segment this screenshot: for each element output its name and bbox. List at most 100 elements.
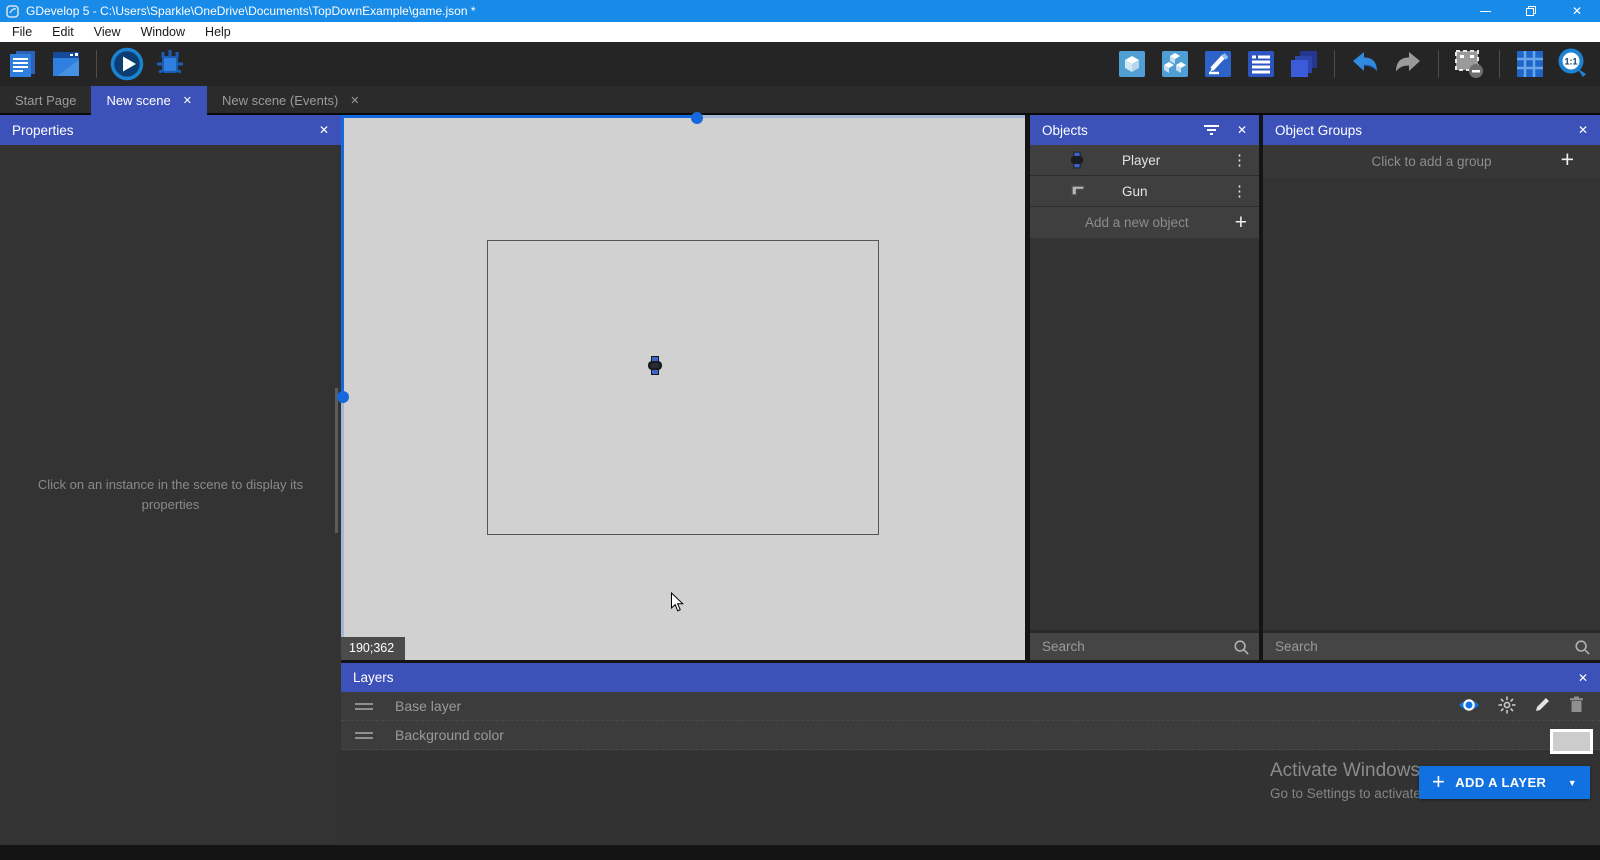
objects-close-icon[interactable]: ✕ xyxy=(1237,123,1247,137)
mask-selection-icon[interactable] xyxy=(1452,47,1486,81)
menu-window[interactable]: Window xyxy=(131,22,195,42)
add-group-row[interactable]: Click to add a group + xyxy=(1263,145,1600,177)
minimize-button[interactable] xyxy=(1462,0,1508,22)
object-groups-header: Object Groups ✕ xyxy=(1263,115,1600,145)
objects-search-input[interactable] xyxy=(1042,639,1233,654)
player-object-icon xyxy=(1070,151,1084,172)
tab-start-page[interactable]: Start Page xyxy=(0,86,91,115)
menu-bar: File Edit View Window Help xyxy=(0,22,1600,42)
svg-text:1:1: 1:1 xyxy=(1564,57,1577,67)
close-button[interactable]: ✕ xyxy=(1554,0,1600,22)
add-object-row[interactable]: Add a new object + xyxy=(1030,207,1259,238)
undo-icon[interactable] xyxy=(1348,47,1382,81)
layers-header: Layers ✕ xyxy=(341,663,1600,692)
layers-title: Layers xyxy=(353,670,394,685)
tab-new-scene[interactable]: New scene ✕ xyxy=(91,86,207,115)
layer-delete-icon[interactable] xyxy=(1569,696,1584,716)
properties-header: Properties ✕ xyxy=(0,115,341,145)
v-scroll-track[interactable] xyxy=(341,403,344,660)
v-scroll-thumb[interactable] xyxy=(337,391,349,403)
menu-help[interactable]: Help xyxy=(195,22,241,42)
layers-close-icon[interactable]: ✕ xyxy=(1578,671,1588,685)
preview-play-icon[interactable] xyxy=(110,47,144,81)
layers-panel-icon[interactable] xyxy=(1287,47,1321,81)
gdevelop-logo-icon xyxy=(6,5,19,18)
objects-panel: Objects ✕ Player ⋮ Gun ⋮ Add a new objec… xyxy=(1030,115,1259,660)
layer-visibility-icon[interactable] xyxy=(1458,697,1480,716)
groups-search-input[interactable] xyxy=(1275,639,1574,654)
title-bar: GDevelop 5 - C:\Users\Sparkle\OneDrive\D… xyxy=(0,0,1600,22)
h-scroll-track[interactable] xyxy=(341,115,697,118)
tab-new-scene-events[interactable]: New scene (Events) ✕ xyxy=(207,86,375,115)
tab-close-icon[interactable]: ✕ xyxy=(350,94,359,107)
h-scroll-track[interactable] xyxy=(703,115,1025,118)
filter-icon[interactable] xyxy=(1204,124,1219,136)
layer-effects-icon[interactable] xyxy=(1498,696,1516,717)
toolbar-separator xyxy=(1499,50,1500,78)
layers-panel: Layers ✕ Base layer xyxy=(341,663,1600,845)
toolbar-separator xyxy=(96,50,97,78)
properties-title: Properties xyxy=(12,123,74,138)
objects-search-row xyxy=(1030,630,1259,660)
toolbar-separator xyxy=(1438,50,1439,78)
restore-button[interactable] xyxy=(1508,0,1554,22)
object-groups-close-icon[interactable]: ✕ xyxy=(1578,123,1588,137)
objects-panel-icon[interactable] xyxy=(1115,47,1149,81)
layer-row-base[interactable]: Base layer xyxy=(341,692,1600,721)
h-scroll-thumb[interactable] xyxy=(691,112,703,124)
mouse-cursor-icon xyxy=(670,592,686,618)
plus-icon: + xyxy=(1432,769,1445,795)
layer-edit-icon[interactable] xyxy=(1534,696,1551,716)
search-icon xyxy=(1233,639,1249,655)
groups-search-row xyxy=(1263,630,1600,660)
drag-handle-icon[interactable] xyxy=(355,703,373,710)
bottom-strip xyxy=(0,845,1600,860)
debug-icon[interactable] xyxy=(153,47,187,81)
properties-panel-icon[interactable] xyxy=(1201,47,1235,81)
toolbar: 1:1 xyxy=(0,42,1600,86)
tab-close-icon[interactable]: ✕ xyxy=(183,94,192,107)
caret-down-icon[interactable]: ▼ xyxy=(1568,778,1577,788)
gun-object-icon xyxy=(1070,182,1086,201)
object-row-player[interactable]: Player ⋮ xyxy=(1030,145,1259,176)
menu-view[interactable]: View xyxy=(84,22,131,42)
layer-name: Base layer xyxy=(395,698,461,714)
background-color-swatch[interactable] xyxy=(1550,729,1593,754)
properties-close-icon[interactable]: ✕ xyxy=(319,123,329,137)
instances-list-icon[interactable] xyxy=(1244,47,1278,81)
scene-canvas[interactable]: 190;362 xyxy=(341,115,1025,660)
layer-name: Background color xyxy=(395,727,504,743)
game-window-frame xyxy=(487,240,879,535)
add-group-label: Click to add a group xyxy=(1371,154,1491,169)
object-groups-title: Object Groups xyxy=(1275,123,1362,138)
grid-icon[interactable] xyxy=(1513,47,1547,81)
drag-handle-icon[interactable] xyxy=(355,732,373,739)
tab-bar: Start Page New scene ✕ New scene (Events… xyxy=(0,86,1600,115)
object-menu-icon[interactable]: ⋮ xyxy=(1232,151,1247,169)
plus-icon: + xyxy=(1561,148,1574,171)
cursor-coordinates-badge: 190;362 xyxy=(341,637,405,660)
add-layer-button[interactable]: + ADD A LAYER ▼ xyxy=(1419,766,1590,799)
search-icon xyxy=(1574,639,1590,655)
layer-row-background[interactable]: Background color xyxy=(341,721,1600,750)
add-object-label: Add a new object xyxy=(1085,215,1189,230)
v-scroll-track[interactable] xyxy=(341,115,344,392)
project-manager-icon[interactable] xyxy=(6,47,40,81)
objects-title: Objects xyxy=(1042,123,1088,138)
zoom-original-icon[interactable]: 1:1 xyxy=(1556,47,1590,81)
object-groups-panel: Object Groups ✕ Click to add a group + xyxy=(1263,115,1600,660)
redo-icon[interactable] xyxy=(1391,47,1425,81)
scene-window-icon[interactable] xyxy=(49,47,83,81)
player-instance[interactable] xyxy=(647,356,663,380)
properties-scrollbar[interactable] xyxy=(335,388,338,533)
menu-edit[interactable]: Edit xyxy=(42,22,84,42)
object-row-gun[interactable]: Gun ⋮ xyxy=(1030,176,1259,207)
plus-icon: + xyxy=(1235,212,1247,233)
properties-panel: Properties ✕ Click on an instance in the… xyxy=(0,115,341,845)
object-groups-panel-icon[interactable] xyxy=(1158,47,1192,81)
properties-empty-message: Click on an instance in the scene to dis… xyxy=(22,475,319,515)
object-menu-icon[interactable]: ⋮ xyxy=(1232,182,1247,200)
object-name: Gun xyxy=(1122,184,1148,199)
objects-header: Objects ✕ xyxy=(1030,115,1259,145)
menu-file[interactable]: File xyxy=(2,22,42,42)
